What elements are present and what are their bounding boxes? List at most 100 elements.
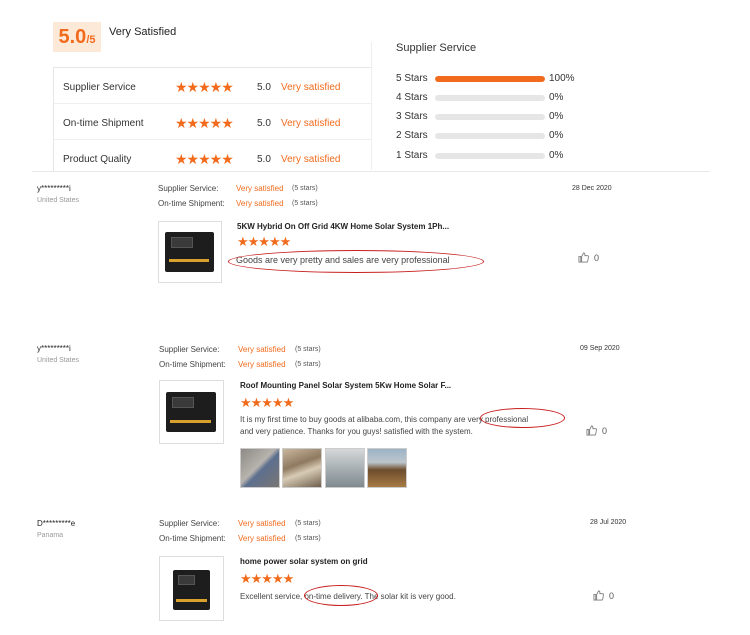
- like-count: 0: [602, 425, 608, 436]
- charge-controller-image: [165, 232, 214, 272]
- reviewer-country: United States: [37, 197, 80, 204]
- summary-row-score: 5.0: [257, 154, 271, 165]
- reviewer-name: y*********i: [37, 344, 71, 353]
- distribution-bar: [435, 114, 545, 120]
- charge-controller-image: [166, 392, 216, 432]
- on-time-shipment-label: On-time Shipment:: [159, 534, 226, 543]
- rating-summary-table: Supplier Service ★★★★★ 5.0 Very satisfie…: [53, 67, 372, 171]
- supplier-service-stars: (5 stars): [295, 520, 321, 527]
- distribution-title: Supplier Service: [396, 42, 477, 54]
- review-photo[interactable]: [282, 448, 322, 488]
- overall-score-label: Very Satisfied: [109, 26, 177, 38]
- review-stars: ★★★★★: [237, 234, 291, 249]
- product-thumbnail[interactable]: [159, 380, 224, 444]
- summary-row-stars: ★★★★★: [175, 151, 234, 167]
- overall-score-badge: 5.0/5: [53, 22, 101, 52]
- review-date: 28 Jul 2020: [590, 519, 627, 526]
- device-screen: [172, 397, 194, 408]
- summary-row-score: 5.0: [257, 118, 271, 129]
- product-title[interactable]: Roof Mounting Panel Solar System 5Kw Hom…: [240, 381, 451, 390]
- supplier-service-label: Supplier Service:: [158, 184, 219, 193]
- section-divider: [32, 171, 710, 172]
- distribution-bar: [435, 95, 545, 101]
- like-count: 0: [609, 590, 615, 601]
- on-time-shipment-label: On-time Shipment:: [159, 360, 226, 369]
- summary-row-label: On-time Shipment: [63, 118, 144, 129]
- summary-row-stars: ★★★★★: [175, 79, 234, 95]
- product-thumbnail[interactable]: [159, 556, 224, 621]
- supplier-service-label: Supplier Service:: [159, 519, 220, 528]
- review-stars: ★★★★★: [240, 395, 294, 410]
- review-photo[interactable]: [240, 448, 280, 488]
- reviewer-name: D*********e: [37, 519, 76, 528]
- like-count: 0: [594, 252, 600, 263]
- summary-row-label: Supplier Service: [63, 82, 136, 93]
- review-date: 09 Sep 2020: [580, 345, 620, 352]
- summary-row-score: 5.0: [257, 82, 271, 93]
- on-time-shipment-stars: (5 stars): [295, 535, 321, 542]
- product-thumbnail[interactable]: [158, 221, 222, 283]
- review-photo[interactable]: [367, 448, 407, 488]
- thumbs-up-icon: [593, 590, 604, 601]
- like-button[interactable]: 0: [578, 252, 599, 263]
- summary-row-divider: [54, 139, 372, 140]
- device-screen: [171, 237, 193, 248]
- distribution-bar: [435, 133, 545, 139]
- distribution-row-label: 2 Stars: [396, 130, 428, 141]
- device-terminal-strip: [170, 420, 211, 423]
- charge-controller-image: [173, 570, 210, 610]
- summary-row-text: Very satisfied: [281, 154, 341, 165]
- distribution-row-label: 5 Stars: [396, 73, 428, 84]
- on-time-shipment-value: Very satisfied: [238, 534, 286, 543]
- on-time-shipment-value: Very satisfied: [238, 360, 286, 369]
- distribution-bar: [435, 76, 545, 82]
- supplier-service-stars: (5 stars): [295, 346, 321, 353]
- summary-vertical-divider: [371, 42, 372, 170]
- summary-row-text: Very satisfied: [281, 82, 341, 93]
- review-stars: ★★★★★: [240, 571, 294, 586]
- distribution-row-label: 1 Stars: [396, 150, 428, 161]
- supplier-service-value: Very satisfied: [238, 519, 286, 528]
- distribution-row-percent: 0%: [549, 130, 564, 141]
- summary-row-stars: ★★★★★: [175, 115, 234, 131]
- highlight-oval: [228, 250, 484, 273]
- thumbs-up-icon: [578, 252, 589, 263]
- summary-row-on-time-shipment: On-time Shipment ★★★★★ 5.0 Very satisfie…: [54, 108, 372, 138]
- on-time-shipment-stars: (5 stars): [292, 200, 318, 207]
- on-time-shipment-stars: (5 stars): [295, 361, 321, 368]
- supplier-service-label: Supplier Service:: [159, 345, 220, 354]
- product-title[interactable]: home power solar system on grid: [240, 557, 368, 566]
- summary-row-divider: [54, 103, 372, 104]
- on-time-shipment-label: On-time Shipment:: [158, 199, 225, 208]
- summary-row-label: Product Quality: [63, 154, 132, 165]
- summary-row-text: Very satisfied: [281, 118, 341, 129]
- on-time-shipment-value: Very satisfied: [236, 199, 284, 208]
- highlight-oval: [480, 408, 565, 428]
- distribution-row-label: 3 Stars: [396, 111, 428, 122]
- thumbs-up-icon: [586, 425, 597, 436]
- like-button[interactable]: 0: [586, 425, 607, 436]
- review-photo[interactable]: [325, 448, 365, 488]
- device-terminal-strip: [169, 259, 209, 262]
- reviewer-country: Panama: [37, 532, 64, 539]
- summary-row-supplier-service: Supplier Service ★★★★★ 5.0 Very satisfie…: [54, 72, 372, 102]
- product-title[interactable]: 5KW Hybrid On Off Grid 4KW Home Solar Sy…: [237, 222, 449, 231]
- supplier-service-value: Very satisfied: [238, 345, 286, 354]
- review-date: 28 Dec 2020: [572, 185, 612, 192]
- reviewer-name: y*********i: [37, 184, 71, 193]
- review-comment-line-2: and very patience. Thanks for you guys! …: [240, 427, 473, 436]
- overall-score-denominator: /5: [86, 34, 96, 46]
- distribution-row-percent: 100%: [549, 73, 575, 84]
- supplier-service-stars: (5 stars): [292, 185, 318, 192]
- distribution-bar-fill: [435, 76, 545, 82]
- distribution-row-label: 4 Stars: [396, 92, 428, 103]
- reviewer-country: United States: [37, 357, 80, 364]
- distribution-bar: [435, 153, 545, 159]
- like-button[interactable]: 0: [593, 590, 614, 601]
- distribution-row-percent: 0%: [549, 150, 564, 161]
- distribution-row-percent: 0%: [549, 92, 564, 103]
- summary-row-product-quality: Product Quality ★★★★★ 5.0 Very satisfied: [54, 144, 372, 174]
- supplier-service-value: Very satisfied: [236, 184, 284, 193]
- highlight-oval: [304, 585, 378, 606]
- device-terminal-strip: [176, 599, 207, 602]
